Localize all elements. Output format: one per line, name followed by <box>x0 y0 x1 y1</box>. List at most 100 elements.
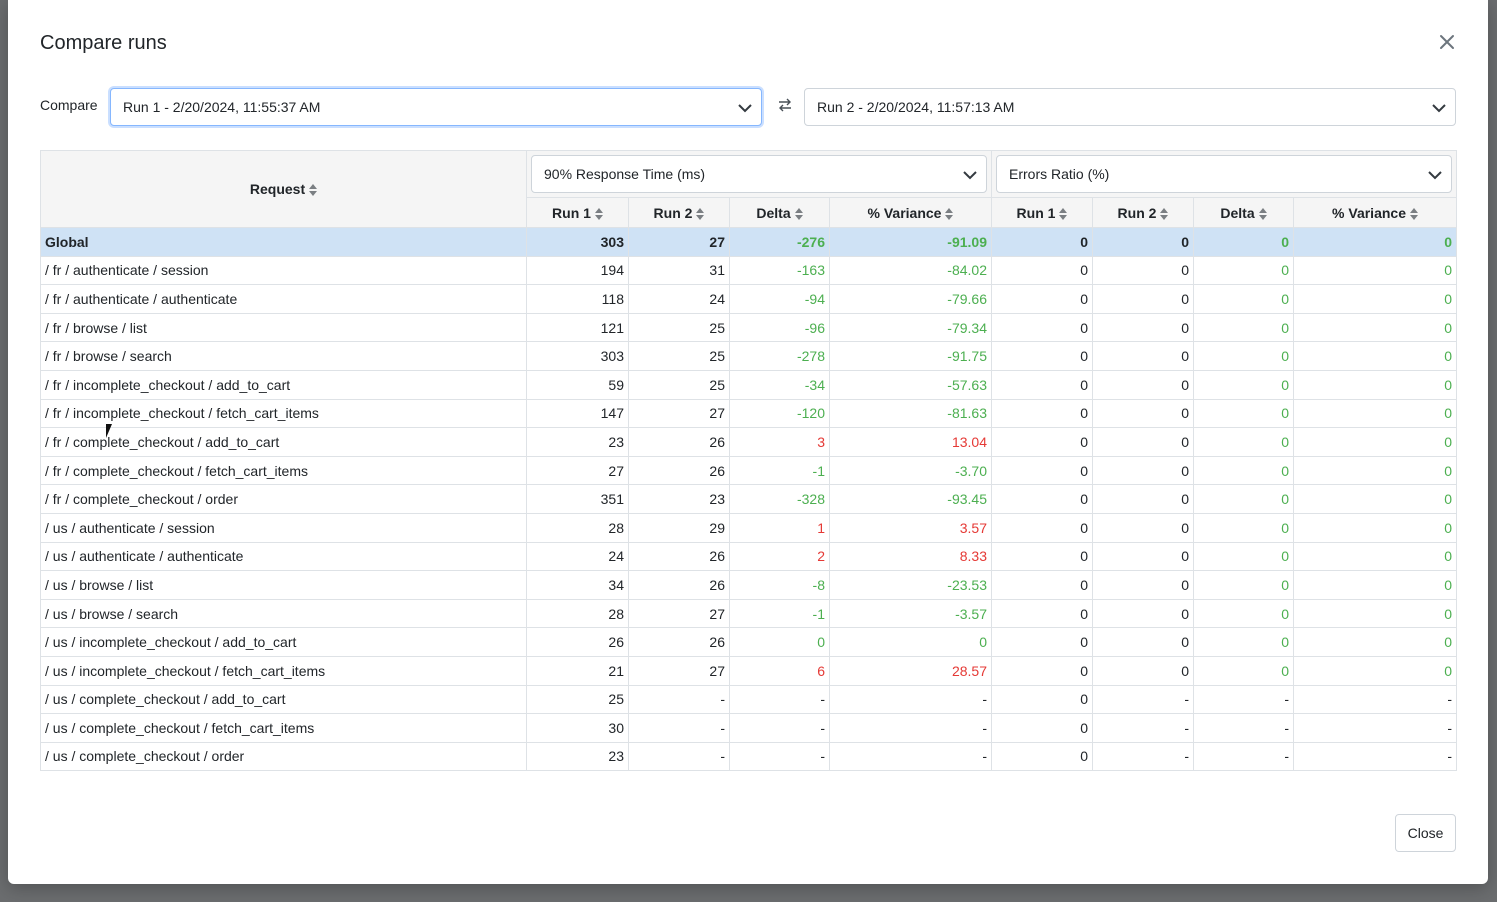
sort-icon <box>1160 207 1169 220</box>
column-header-a-2[interactable]: Delta <box>729 197 830 228</box>
global-row[interactable]: Global 303 27 -276 -91.09 0 0 0 0 <box>40 227 1458 257</box>
cell-bd: - <box>1193 713 1294 743</box>
table-row[interactable]: / fr / authenticate / session 194 31 -163 -8… <box>40 255 1458 286</box>
cell-bd: 0 <box>1193 570 1294 600</box>
sort-icon <box>594 207 603 220</box>
table-row[interactable]: / fr / complete_checkout / order 351 23 -32… <box>40 484 1458 514</box>
run-b-select[interactable]: Run 2 - 2/20/2024, 11:57:13 AM <box>804 88 1456 126</box>
metric-a-select[interactable]: 90% Response Time (ms) <box>531 155 987 193</box>
table-row[interactable]: / us / complete_checkout / fetch_cart_it… <box>40 713 1458 743</box>
cell-av: -79.34 <box>829 312 992 343</box>
table-row[interactable]: / us / incomplete_checkout / fetch_cart_… <box>40 655 1458 686</box>
cell-av: 28.57 <box>829 655 992 686</box>
cell-av: -3.57 <box>829 598 992 629</box>
table-row[interactable]: / fr / complete_checkout / fetch_cart_it… <box>40 455 1458 486</box>
cell-req: / us / complete_checkout / add_to_cart <box>40 684 527 715</box>
table-row[interactable]: / fr / browse / search 303 25 -278 -91.75 0 0 0… <box>40 341 1458 371</box>
cell-av: 13.04 <box>829 427 992 457</box>
table-row[interactable]: / fr / incomplete_checkout / fetch_cart_… <box>40 398 1458 429</box>
cell-a1: 194 <box>526 255 629 286</box>
column-header-a-0[interactable]: Run 1 <box>526 197 629 228</box>
column-header-a-1[interactable]: Run 2 <box>628 197 730 228</box>
table-row[interactable]: / us / browse / search 28 27 -1 -3.57 0 0 0 0 <box>40 598 1458 629</box>
cell-bv: 0 <box>1292 284 1458 314</box>
run-a-value: Run 1 - 2/20/2024, 11:55:37 AM <box>123 99 321 115</box>
cell-a2: 27 <box>628 398 730 429</box>
cell-bd: 0 <box>1193 455 1294 486</box>
close-button[interactable]: Close <box>1395 814 1456 852</box>
cell-bv: 0 <box>1292 227 1458 257</box>
cell-a2: 26 <box>628 455 730 486</box>
request-header[interactable]: Request <box>40 150 527 228</box>
table-row[interactable]: / fr / complete_checkout / add_to_cart 23… <box>40 427 1458 457</box>
cell-a1: 27 <box>526 455 629 486</box>
column-header-b-3[interactable]: % Variance <box>1292 197 1458 228</box>
cell-a1: 30 <box>526 713 629 743</box>
cell-b2: 0 <box>1092 512 1194 543</box>
cell-bd: 0 <box>1193 427 1294 457</box>
cell-bv: 0 <box>1292 341 1458 371</box>
cell-av: -91.75 <box>829 341 992 371</box>
cell-bd: 0 <box>1193 369 1294 400</box>
comparison-table-wrapper: Request 90% Response Time (ms) Errors Ra… <box>40 150 1458 772</box>
table-row[interactable]: / us / browse / list 34 26 -8 -23.53 0 0 0 0 <box>40 570 1458 600</box>
cell-a1: 303 <box>526 341 629 371</box>
cell-a2: 27 <box>628 655 730 686</box>
table-row[interactable]: / us / complete_checkout / add_to_cart 25… <box>40 684 1458 715</box>
table-row[interactable]: / fr / incomplete_checkout / add_to_cart… <box>40 369 1458 400</box>
sort-icon <box>794 207 803 220</box>
cell-req: / fr / complete_checkout / order <box>40 484 527 514</box>
table-row[interactable]: / us / complete_checkout / order 23- - -0- -… <box>40 741 1458 772</box>
table-row[interactable]: / us / authenticate / session 28 29 1 3.57 0 0… <box>40 512 1458 543</box>
cell-b1: 0 <box>991 598 1093 629</box>
table-row[interactable]: / us / incomplete_checkout / add_to_cart… <box>40 627 1458 657</box>
cell-bd: 0 <box>1193 598 1294 629</box>
cell-b1: 0 <box>991 312 1093 343</box>
cell-b2: 0 <box>1092 341 1194 371</box>
column-header-b-2[interactable]: Delta <box>1193 197 1294 228</box>
column-header-b-1[interactable]: Run 2 <box>1092 197 1194 228</box>
cell-ad: -1 <box>729 598 830 629</box>
cell-a1: 351 <box>526 484 629 514</box>
cell-av: -93.45 <box>829 484 992 514</box>
cell-a1: 34 <box>526 570 629 600</box>
cell-av: -57.63 <box>829 369 992 400</box>
cell-b1: 0 <box>991 455 1093 486</box>
cell-b1: 0 <box>991 341 1093 371</box>
cell-bd: 0 <box>1193 227 1294 257</box>
column-header-a-3[interactable]: % Variance <box>829 197 992 228</box>
sort-icon <box>696 207 705 220</box>
cell-b2: 0 <box>1092 255 1194 286</box>
cell-ad: 0 <box>729 627 830 657</box>
cell-ad: -1 <box>729 455 830 486</box>
cell-ad: - <box>729 741 830 772</box>
cell-a2: 25 <box>628 369 730 400</box>
swap-icon[interactable] <box>778 97 792 118</box>
cell-b1: 0 <box>991 570 1093 600</box>
metric-b-select[interactable]: Errors Ratio (%) <box>996 155 1453 193</box>
cell-bv: 0 <box>1292 655 1458 686</box>
cell-b2: 0 <box>1092 484 1194 514</box>
cell-bd: 0 <box>1193 512 1294 543</box>
cell-av: -23.53 <box>829 570 992 600</box>
cell-b1: 0 <box>991 398 1093 429</box>
table-row[interactable]: / fr / authenticate / authenticate 118 24-… <box>40 284 1458 314</box>
cell-b2: 0 <box>1092 598 1194 629</box>
metric-a-header: 90% Response Time (ms) <box>526 150 992 198</box>
close-icon[interactable] <box>1435 30 1459 54</box>
cell-a2: - <box>628 684 730 715</box>
cell-bd: 0 <box>1193 341 1294 371</box>
cell-req: / us / incomplete_checkout / add_to_cart <box>40 627 527 657</box>
cell-av: - <box>829 741 992 772</box>
cell-a1: 23 <box>526 741 629 772</box>
cell-av: 3.57 <box>829 512 992 543</box>
column-header-b-0[interactable]: Run 1 <box>991 197 1093 228</box>
cell-b2: 0 <box>1092 541 1194 572</box>
table-row[interactable]: / fr / browse / list 121 25 -96 -79.34 0 0 0 0 <box>40 312 1458 343</box>
cell-req: / us / browse / search <box>40 598 527 629</box>
cell-av: -79.66 <box>829 284 992 314</box>
cell-av: 8.33 <box>829 541 992 572</box>
cell-a1: 23 <box>526 427 629 457</box>
run-a-select[interactable]: Run 1 - 2/20/2024, 11:55:37 AM <box>110 88 762 126</box>
table-row[interactable]: / us / authenticate / authenticate 24 26 2 8… <box>40 541 1458 572</box>
